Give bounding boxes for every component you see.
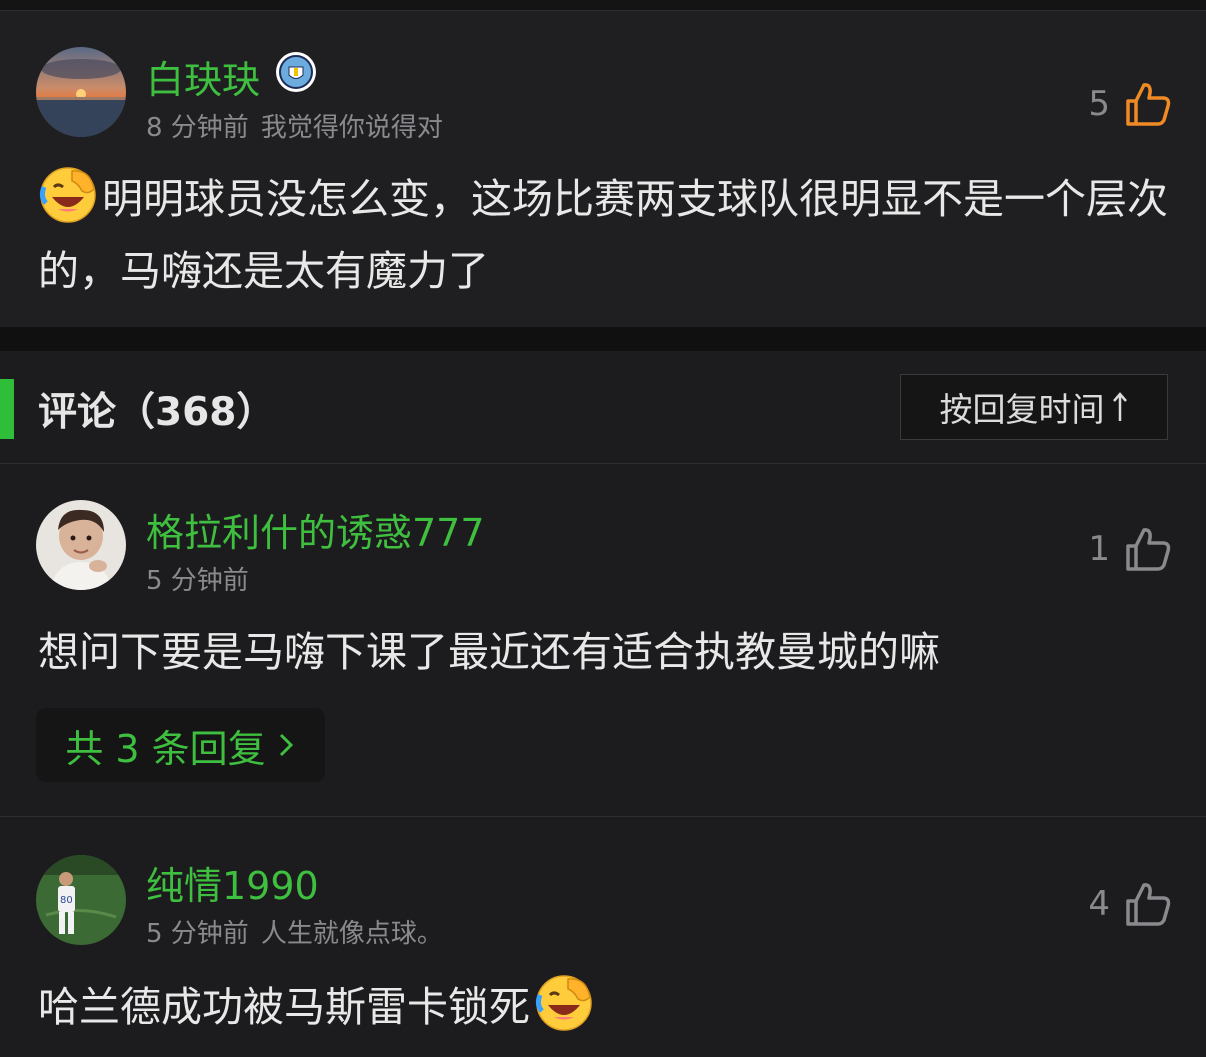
comment-username[interactable]: 纯情1990 [146,855,319,910]
facepalm-laugh-emoji [535,975,592,1031]
comment-text: 想问下要是马嗨下课了最近还有适合执教曼城的嘛 [38,628,940,676]
thumbs-up-icon [1126,528,1171,571]
thumbs-up-icon [1126,883,1171,926]
comment-time: 5 分钟前 [146,919,249,949]
comment-like-button[interactable]: 1 [1088,526,1172,572]
comment-like-button[interactable]: 4 [1088,881,1172,927]
sort-label: 按回复时间 [939,390,1105,429]
view-replies-button[interactable]: 共 3 条回复 [36,708,325,782]
club-crest-icon [275,51,317,93]
chevron-right-icon [279,733,293,757]
comment-item: 80 纯情1990 5 分钟前 人生就像点球。 4 哈兰德成功被马斯雷卡锁死 [0,817,1206,1057]
sort-button[interactable]: 按回复时间 [900,374,1168,440]
section-gap [0,327,1206,351]
comments-title: 评论（368） [38,390,276,435]
post-signature: 我觉得你说得对 [260,113,443,143]
thumbs-up-icon [1126,83,1171,126]
comment-item: 格拉利什的诱惑777 5 分钟前 1 想问下要是马嗨下课了最近还有适合执教曼城的… [0,464,1206,816]
arrow-up-icon [1112,392,1127,421]
post-like-count: 5 [1088,84,1110,124]
comment-username[interactable]: 格拉利什的诱惑777 [146,502,485,557]
comment-like-count: 4 [1088,884,1110,924]
post-username[interactable]: 白玦玦 [146,49,260,104]
post-time: 8 分钟前 [146,113,249,143]
replies-label: 共 3 条回复 [65,726,266,771]
avatar[interactable] [36,47,126,137]
comment-time: 5 分钟前 [146,566,249,596]
avatar[interactable] [36,500,126,590]
post-meta: 8 分钟前 我觉得你说得对 [146,107,443,144]
post-text: 明明球员没怎么变，这场比赛两支球队很明显不是一个层次的，马嗨还是太有魔力了 [38,175,1168,295]
comment-like-count: 1 [1088,529,1110,569]
section-accent-bar [0,379,14,439]
svg-text:80: 80 [60,895,73,906]
comment-meta: 5 分钟前 人生就像点球。 [146,913,443,950]
comment-text: 哈兰德成功被马斯雷卡锁死 [38,983,530,1031]
comments-header: 评论（368） 按回复时间 [0,351,1206,464]
post-card: 白玦玦 8 分钟前 我觉得你说得对 5 明明球员没怎么变，这场比赛两支球队很明显不… [0,11,1206,327]
avatar[interactable]: 80 [36,855,126,945]
post-body: 明明球员没怎么变，这场比赛两支球队很明显不是一个层次的，马嗨还是太有魔力了 [38,163,1178,307]
comment-body: 哈兰德成功被马斯雷卡锁死 [38,971,1178,1043]
facepalm-laugh-emoji [39,167,96,223]
top-separator [0,0,1206,11]
post-like-button[interactable]: 5 [1088,81,1172,127]
comment-signature: 人生就像点球。 [260,919,443,949]
comment-meta: 5 分钟前 [146,560,249,597]
